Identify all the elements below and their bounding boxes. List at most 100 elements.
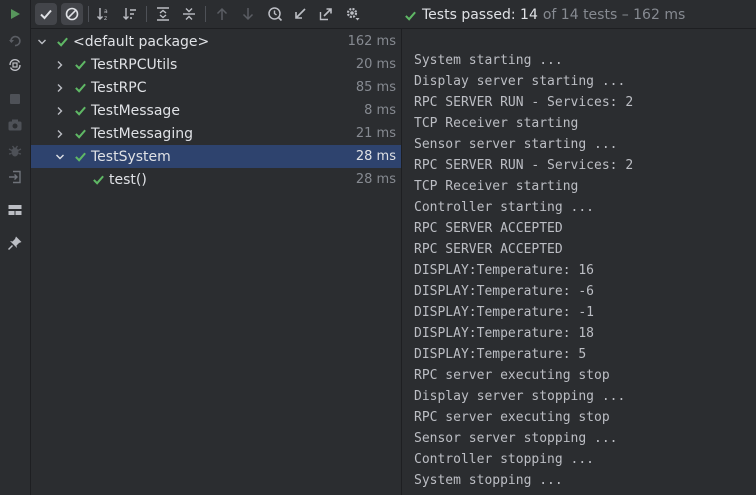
console-line: RPC SERVER RUN - Services: 2 bbox=[414, 158, 634, 173]
tree-row-label: TestMessage bbox=[91, 102, 180, 119]
play-icon bbox=[11, 9, 20, 19]
pin-icon bbox=[7, 236, 22, 251]
stop-button[interactable] bbox=[4, 88, 26, 110]
exit-button[interactable] bbox=[4, 166, 26, 188]
tree-row-duration: 85 ms bbox=[355, 80, 396, 95]
rerun-icon bbox=[9, 35, 21, 47]
export-icon bbox=[319, 8, 332, 21]
console-line: RPC SERVER RUN - Services: 2 bbox=[414, 95, 634, 110]
tree-row-test-rpc[interactable]: TestRPC 85 ms bbox=[31, 76, 401, 99]
passed-check-icon bbox=[73, 58, 87, 72]
settings-button[interactable] bbox=[342, 3, 364, 25]
test-history-button[interactable] bbox=[264, 3, 286, 25]
sort-alphabetically-button[interactable]: a z bbox=[93, 3, 115, 25]
console-line: DISPLAY:Temperature: 18 bbox=[414, 326, 595, 341]
sort-by-duration-button[interactable] bbox=[119, 3, 141, 25]
show-passed-toggle[interactable] bbox=[35, 3, 57, 25]
import-icon bbox=[295, 8, 306, 19]
screenshot-button[interactable] bbox=[4, 114, 26, 136]
tree-row-duration: 162 ms bbox=[347, 34, 396, 49]
console-line: Display server stopping ... bbox=[414, 389, 626, 404]
camera-icon bbox=[8, 119, 22, 131]
console-line: Controller stopping ... bbox=[414, 452, 595, 467]
sort-duration-icon bbox=[123, 8, 136, 20]
tree-row-test-method[interactable]: test() 28 ms bbox=[31, 168, 401, 191]
next-failed-button[interactable] bbox=[237, 3, 259, 25]
rerun-button[interactable] bbox=[4, 3, 26, 25]
tree-row-duration: 21 ms bbox=[355, 126, 396, 141]
tree-row-label: test() bbox=[109, 171, 147, 188]
console-output[interactable]: System starting ... Display server start… bbox=[402, 29, 756, 495]
test-runner-window: a z Tests passed: 14 of 14 tests – 162 m… bbox=[0, 0, 756, 495]
history-icon bbox=[268, 7, 283, 22]
chevron-right-icon[interactable] bbox=[54, 82, 66, 94]
left-tool-strip bbox=[0, 0, 31, 495]
tree-row-duration: 28 ms bbox=[355, 172, 396, 187]
test-toolbar: a z Tests passed: 14 of 14 tests – 162 m… bbox=[31, 0, 756, 29]
chevron-right-icon[interactable] bbox=[54, 128, 66, 140]
collapse-all-icon bbox=[183, 8, 195, 20]
sort-alpha-icon: a z bbox=[97, 8, 108, 22]
test-tree: <default package> 162 ms TestRPCUtils 20… bbox=[31, 29, 401, 495]
console-line: DISPLAY:Temperature: 16 bbox=[414, 263, 595, 278]
chevron-right-icon[interactable] bbox=[54, 105, 66, 117]
previous-failed-button[interactable] bbox=[211, 3, 233, 25]
console-line: DISPLAY:Temperature: -1 bbox=[414, 305, 595, 320]
layout-button[interactable] bbox=[4, 199, 26, 221]
console-line: DISPLAY:Temperature: -6 bbox=[414, 284, 595, 299]
tree-row-label: <default package> bbox=[73, 33, 210, 50]
chevron-down-icon[interactable] bbox=[54, 151, 66, 163]
console-line: Controller starting ... bbox=[414, 200, 595, 215]
console-line: RPC server executing stop bbox=[414, 410, 610, 425]
passed-check-icon bbox=[73, 104, 87, 118]
tree-row-test-rpc-utils[interactable]: TestRPCUtils 20 ms bbox=[31, 53, 401, 76]
gear-icon bbox=[346, 7, 360, 21]
passed-check-icon bbox=[73, 81, 87, 95]
passed-check-icon bbox=[73, 127, 87, 141]
console-line: System starting ... bbox=[414, 53, 563, 68]
tree-row-test-messaging[interactable]: TestMessaging 21 ms bbox=[31, 122, 401, 145]
export-tests-button[interactable] bbox=[315, 3, 337, 25]
passed-check-icon bbox=[55, 35, 69, 49]
tree-row-duration: 20 ms bbox=[355, 57, 396, 72]
layout-icon bbox=[8, 205, 22, 215]
collapse-all-button[interactable] bbox=[178, 3, 200, 25]
status-detail: of 14 tests – 162 ms bbox=[542, 7, 686, 23]
stop-icon bbox=[10, 94, 20, 104]
status-passed-count: Tests passed: 14 bbox=[422, 7, 538, 23]
console-line: System stopping ... bbox=[414, 473, 563, 488]
show-ignored-toggle[interactable] bbox=[61, 3, 83, 25]
chevron-down-icon[interactable] bbox=[36, 36, 48, 48]
chevron-right-icon[interactable] bbox=[54, 59, 66, 71]
tree-row-test-system[interactable]: TestSystem 28 ms bbox=[31, 145, 401, 168]
console-line: RPC SERVER ACCEPTED bbox=[414, 221, 563, 236]
exit-icon bbox=[9, 170, 21, 184]
expand-all-icon bbox=[157, 7, 169, 21]
bug-icon bbox=[8, 145, 22, 157]
console-line: Display server starting ... bbox=[414, 74, 626, 89]
svg-text:a: a bbox=[104, 8, 108, 15]
passed-check-icon bbox=[91, 173, 105, 187]
console-line: Sensor server stopping ... bbox=[414, 431, 618, 446]
tree-row-duration: 8 ms bbox=[364, 103, 396, 118]
import-tests-button[interactable] bbox=[289, 3, 311, 25]
console-line: RPC server executing stop bbox=[414, 368, 610, 383]
tree-row-label: TestRPCUtils bbox=[91, 56, 178, 73]
tree-row-test-message[interactable]: TestMessage 8 ms bbox=[31, 99, 401, 122]
toggle-auto-test-button[interactable] bbox=[4, 54, 26, 76]
check-icon bbox=[40, 9, 52, 20]
expand-all-button[interactable] bbox=[152, 3, 174, 25]
debug-button[interactable] bbox=[4, 140, 26, 162]
toolbar-separator bbox=[205, 6, 206, 22]
arrow-down-icon bbox=[242, 8, 254, 21]
tree-row-default-package[interactable]: <default package> 162 ms bbox=[31, 30, 401, 53]
console-line: DISPLAY:Temperature: 5 bbox=[414, 347, 587, 362]
tree-row-label: TestMessaging bbox=[91, 125, 193, 142]
tree-row-label: TestRPC bbox=[91, 79, 147, 96]
rerun-failed-button[interactable] bbox=[4, 30, 26, 52]
console-line: TCP Receiver starting bbox=[414, 179, 579, 194]
console-line: Sensor server starting ... bbox=[414, 137, 618, 152]
passed-check-icon bbox=[73, 150, 87, 164]
test-status: Tests passed: 14 of 14 tests – 162 ms bbox=[404, 6, 685, 24]
pin-tab-button[interactable] bbox=[4, 232, 26, 254]
